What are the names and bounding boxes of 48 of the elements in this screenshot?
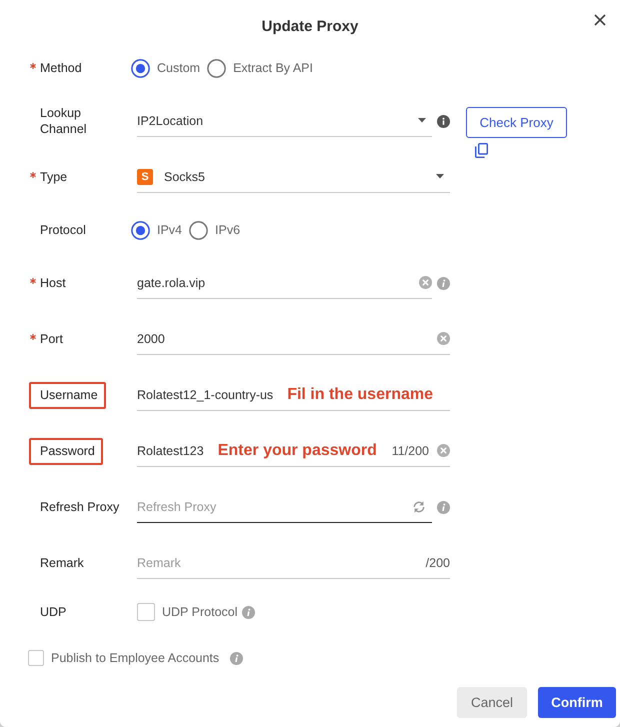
copy-icon[interactable]	[475, 143, 488, 158]
field-label: Password	[29, 438, 103, 464]
field-label: Remark	[39, 555, 85, 571]
radio-button[interactable]	[189, 220, 208, 240]
annotation-text: Enter your password	[218, 440, 377, 460]
radio-button[interactable]	[131, 58, 150, 78]
select-field[interactable]: S Socks5	[137, 161, 450, 193]
field-label: Username	[29, 382, 106, 408]
type-badge: S	[137, 168, 153, 184]
checkbox[interactable]	[28, 650, 44, 666]
text-field[interactable]: gate.rola.vip	[137, 267, 432, 299]
clear-icon[interactable]	[419, 276, 432, 289]
check-proxy-button[interactable]: Check Proxy	[466, 107, 567, 138]
caret-icon[interactable]	[418, 118, 426, 123]
field-label: Protocol	[39, 222, 87, 238]
char-count: /200	[426, 556, 450, 570]
field-label: Lookup Channel	[39, 105, 88, 137]
clear-icon[interactable]	[437, 444, 450, 457]
radio-button[interactable]	[131, 220, 150, 240]
dialog-title: Update Proxy	[262, 17, 358, 37]
checkbox[interactable]	[137, 603, 155, 621]
annotation-text: Fil in the username	[287, 384, 433, 404]
info-icon[interactable]	[437, 114, 450, 128]
caret-icon[interactable]	[436, 174, 444, 179]
field-label: Host	[39, 275, 67, 291]
select-field[interactable]: IP2Location	[137, 105, 432, 137]
clear-icon[interactable]	[437, 332, 450, 345]
radio-label: Extract By API	[233, 61, 313, 75]
confirm-button[interactable]: Confirm	[538, 687, 616, 718]
text-field[interactable]: Rolatest123 Enter your password 11/200	[137, 435, 450, 467]
radio-label: IPv6	[215, 223, 240, 237]
field-label: Port	[39, 331, 64, 347]
radio-button[interactable]	[207, 58, 226, 78]
close-icon[interactable]	[594, 14, 606, 26]
text-field[interactable]: Rolatest12_1-country-us Fil in the username	[137, 379, 450, 411]
checkbox-label: UDP Protocol	[162, 605, 238, 619]
radio-label: IPv4	[157, 223, 182, 237]
cancel-button[interactable]: Cancel	[457, 687, 527, 718]
checkbox-label: Publish to Employee Accounts	[51, 651, 220, 665]
text-field[interactable]: 2000	[137, 323, 450, 355]
text-field[interactable]: Remark /200	[137, 547, 450, 579]
field-label: Type	[39, 169, 68, 185]
field-label: UDP	[39, 604, 68, 620]
field-label: Method	[39, 60, 83, 76]
field-label: Refresh Proxy	[39, 499, 120, 515]
radio-label: Custom	[157, 61, 200, 75]
refresh-icon[interactable]	[412, 500, 426, 514]
char-count: 11/200	[392, 444, 429, 458]
